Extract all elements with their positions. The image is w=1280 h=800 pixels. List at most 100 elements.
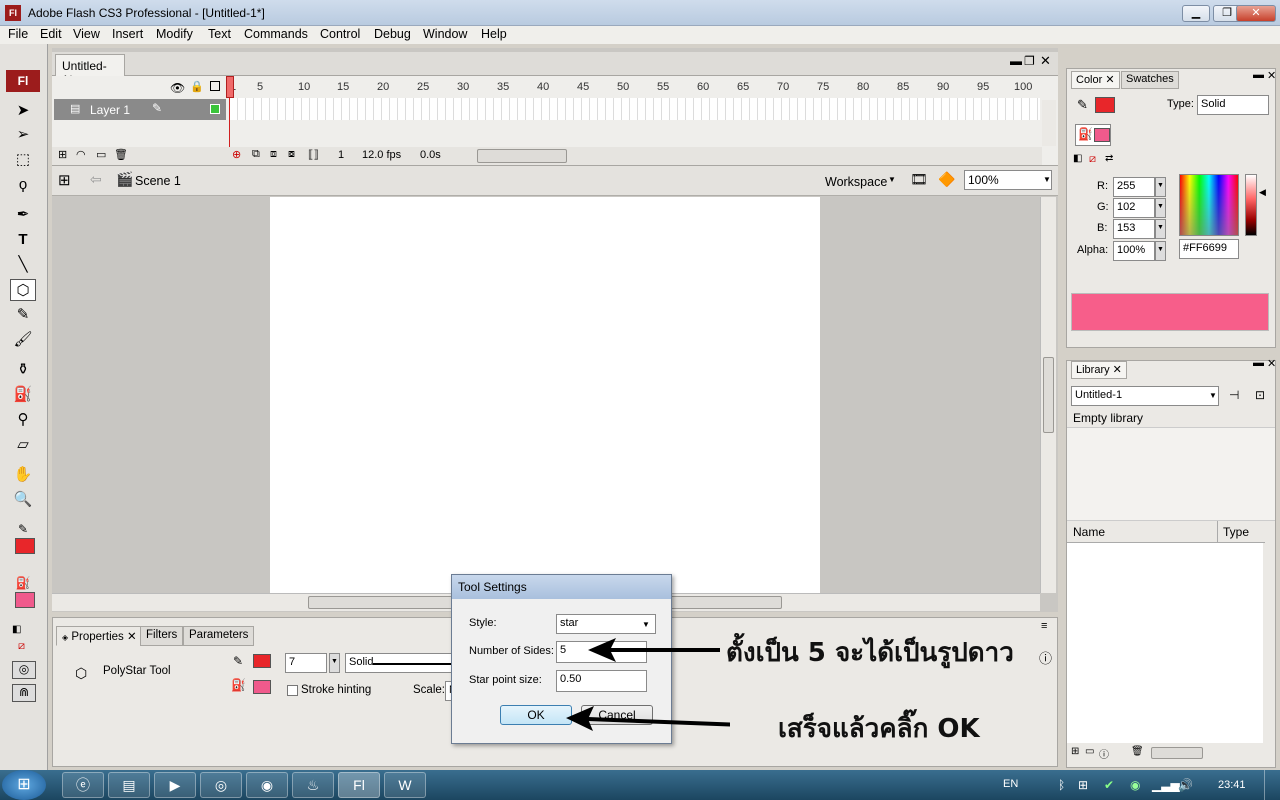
firefox-taskbar-icon[interactable]: ◉: [246, 772, 288, 798]
zoom-tool-icon[interactable]: 🔍: [10, 489, 36, 511]
library-properties-icon[interactable]: ⓘ: [1099, 746, 1109, 761]
menu-help[interactable]: Help: [481, 27, 507, 41]
library-close-icon[interactable]: ✕: [1267, 357, 1276, 370]
no-color-icon[interactable]: ⧄: [1089, 153, 1096, 166]
selection-tool-icon[interactable]: ➤: [10, 100, 36, 122]
outline-icon[interactable]: [210, 81, 220, 91]
ie-taskbar-icon[interactable]: ⓔ: [62, 772, 104, 798]
vscroll-thumb[interactable]: [1043, 357, 1054, 433]
lasso-tool-icon[interactable]: ϙ: [10, 174, 36, 196]
text-tool-icon[interactable]: T: [10, 229, 36, 251]
zoom-dropdown-icon[interactable]: ▼: [1043, 175, 1051, 184]
tab-properties[interactable]: ◈ Properties ✕: [56, 626, 143, 646]
tab-library[interactable]: Library ✕: [1071, 361, 1127, 379]
tab-parameters[interactable]: Parameters: [183, 626, 255, 646]
black-white-icon[interactable]: ◧: [12, 624, 21, 635]
g-input[interactable]: 102: [1113, 198, 1155, 218]
r-dropdown-icon[interactable]: ▼: [1155, 177, 1166, 197]
signal-icon[interactable]: ▁▃▅: [1152, 778, 1180, 792]
lock-icon[interactable]: 🔒: [190, 80, 204, 93]
insert-layer-icon[interactable]: ⊞: [58, 148, 67, 161]
library-dropdown-icon[interactable]: ▼: [1209, 391, 1217, 400]
menu-commands[interactable]: Commands: [244, 27, 308, 41]
r-input[interactable]: 255: [1113, 177, 1155, 197]
g-dropdown-icon[interactable]: ▼: [1155, 198, 1166, 218]
tab-filters[interactable]: Filters: [140, 626, 184, 646]
brush-tool-icon[interactable]: 🖌: [10, 329, 36, 351]
pencil-tool-icon[interactable]: ✎: [10, 304, 36, 326]
paint-bucket-tool-icon[interactable]: ⛽: [10, 384, 36, 406]
volume-icon[interactable]: 🔊: [1178, 778, 1193, 792]
stroke-color-swatch[interactable]: [1095, 97, 1115, 113]
fill-color-swatch[interactable]: [15, 592, 35, 608]
new-library-icon[interactable]: ⊡: [1255, 388, 1265, 402]
app-taskbar-icon[interactable]: ◎: [200, 772, 242, 798]
stage-canvas[interactable]: [270, 197, 820, 593]
default-colors-icon[interactable]: ◧: [1073, 153, 1082, 164]
menu-insert[interactable]: Insert: [112, 27, 143, 41]
menu-debug[interactable]: Debug: [374, 27, 411, 41]
polystar-tool-icon[interactable]: ⬡: [10, 279, 36, 301]
explorer-taskbar-icon[interactable]: ▤: [108, 772, 150, 798]
onion-markers-icon[interactable]: ⟦⟧: [308, 148, 319, 161]
swap-colors-icon[interactable]: ⇄: [1105, 153, 1113, 164]
color-panel-close-icon[interactable]: ✕: [1267, 69, 1276, 82]
center-frame-icon[interactable]: ⊕: [232, 148, 241, 161]
no-color-icon[interactable]: ⧄: [18, 640, 25, 653]
stroke-color-chip[interactable]: [253, 654, 271, 668]
eraser-tool-icon[interactable]: ▱: [10, 434, 36, 456]
object-drawing-icon[interactable]: ◎: [12, 661, 36, 679]
language-indicator[interactable]: EN: [1003, 778, 1018, 790]
tray-check-icon[interactable]: ✔: [1104, 778, 1114, 792]
menu-file[interactable]: File: [8, 27, 28, 41]
ink-bottle-tool-icon[interactable]: ⚱: [10, 359, 36, 381]
menu-window[interactable]: Window: [423, 27, 467, 41]
edit-symbols-icon[interactable]: 🔶: [938, 171, 955, 188]
timeline-hscroll-thumb[interactable]: [477, 149, 567, 163]
b-dropdown-icon[interactable]: ▼: [1155, 219, 1166, 239]
hex-input[interactable]: #FF6699: [1179, 239, 1239, 259]
document-tab[interactable]: Untitled-1*: [55, 54, 125, 87]
tab-swatches[interactable]: Swatches: [1121, 71, 1179, 89]
stroke-height-dropdown-icon[interactable]: ▼: [329, 653, 340, 673]
library-delete-icon[interactable]: 🗑: [1131, 746, 1144, 757]
library-scrollbar[interactable]: [1263, 543, 1275, 743]
library-list[interactable]: [1067, 543, 1263, 743]
doc-close-icon[interactable]: ✕: [1040, 53, 1051, 69]
tab-color[interactable]: Color ✕: [1071, 71, 1120, 89]
eye-icon[interactable]: 👁: [170, 81, 185, 95]
flash-taskbar-icon[interactable]: Fl: [338, 772, 380, 798]
stroke-hinting-checkbox[interactable]: [287, 685, 298, 696]
media-player-taskbar-icon[interactable]: ▶: [154, 772, 196, 798]
layer-outline-color-icon[interactable]: [210, 104, 220, 114]
folder-icon[interactable]: ▭: [96, 148, 106, 161]
network-icon[interactable]: ⊞: [1078, 778, 1088, 792]
library-minimize-icon[interactable]: ▬: [1253, 357, 1264, 369]
subselection-tool-icon[interactable]: ➢: [10, 124, 36, 146]
color-panel-minimize-icon[interactable]: ▬: [1253, 69, 1264, 81]
acrobat-taskbar-icon[interactable]: ♨: [292, 772, 334, 798]
line-tool-icon[interactable]: ╲: [10, 254, 36, 276]
trash-icon[interactable]: 🗑: [114, 148, 128, 161]
panel-options-icon[interactable]: ≡: [1041, 620, 1047, 632]
brightness-slider[interactable]: [1245, 174, 1257, 236]
stroke-height-input[interactable]: 7: [285, 653, 327, 673]
library-hscroll-thumb[interactable]: [1151, 747, 1203, 759]
color-spectrum[interactable]: [1179, 174, 1239, 236]
library-document-select[interactable]: Untitled-1: [1071, 386, 1219, 406]
onion-skin-icon[interactable]: ⧉: [252, 148, 260, 161]
timeline-vscroll[interactable]: [1042, 100, 1056, 146]
layer-row[interactable]: ▤ Layer 1 ✎: [54, 99, 226, 120]
alpha-dropdown-icon[interactable]: ▼: [1155, 241, 1166, 261]
style-dropdown-icon[interactable]: ▼: [642, 620, 650, 629]
onion-outline-icon[interactable]: ⧈: [270, 148, 277, 161]
start-button[interactable]: ⊞: [2, 770, 46, 800]
chevron-down-icon[interactable]: ▼: [888, 175, 896, 184]
minimize-button[interactable]: ▁: [1182, 5, 1210, 22]
workspace-menu[interactable]: Workspace: [825, 175, 887, 189]
fill-color-chip[interactable]: [253, 680, 271, 694]
timeline-toggle-icon[interactable]: ⊞: [58, 171, 71, 189]
library-new-folder-icon[interactable]: ▭: [1085, 746, 1094, 757]
playhead[interactable]: [226, 76, 234, 98]
b-input[interactable]: 153: [1113, 219, 1155, 239]
